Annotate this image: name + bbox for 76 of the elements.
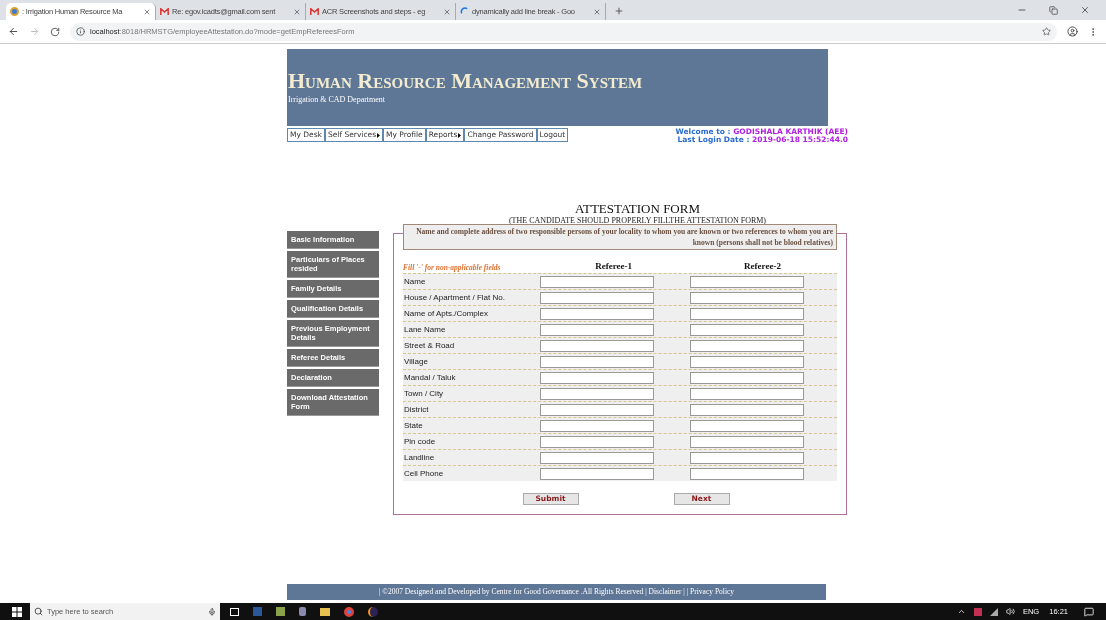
text-input[interactable] [540,355,654,368]
notifications-icon[interactable] [1084,606,1094,617]
system-title: Human Resource Management System [288,70,644,92]
network-icon[interactable] [989,607,998,616]
info-icon[interactable] [76,27,85,36]
microphone-icon[interactable] [208,607,216,616]
text-input[interactable] [690,419,804,432]
close-icon[interactable] [143,7,151,16]
text-input[interactable] [690,387,804,400]
close-icon[interactable] [593,7,601,16]
text-input[interactable] [540,275,654,288]
close-icon[interactable] [293,7,301,16]
text-input[interactable] [540,339,654,352]
windows-icon[interactable] [12,606,22,617]
profile-icon[interactable] [1067,26,1078,37]
close-icon[interactable] [443,7,451,16]
field-label: Cell Phone [403,467,445,480]
restore-icon[interactable] [1049,6,1058,15]
text-input[interactable] [690,467,804,480]
text-input[interactable] [690,435,804,448]
field-label: Lane Name [403,323,447,336]
text-input[interactable] [540,435,654,448]
new-tab-icon[interactable] [614,6,624,16]
field-label: Landline [403,451,436,464]
field-label: Town / City [403,387,445,400]
text-input[interactable] [690,355,804,368]
field-label: Name of Apts./Complex [403,307,490,320]
close-icon[interactable] [1080,5,1090,15]
mail-icon [310,8,319,15]
text-input[interactable] [540,371,654,384]
text-input[interactable] [690,323,804,336]
folder-app-icon[interactable] [320,607,330,616]
bookmark-icon[interactable] [1042,27,1051,36]
eclipse-app-icon[interactable] [368,606,378,617]
field-label: Name [403,275,427,288]
speaker-icon[interactable] [1005,607,1015,616]
form-subtitle: (THE CANDIDATE SHOULD PROPERLY FILLTHE ATTESTATION FORM) [508,216,767,225]
text-input[interactable] [540,323,654,336]
text-input[interactable] [690,403,804,416]
field-label: House / Apartment / Flat No. [403,291,506,304]
text-input[interactable] [540,403,654,416]
text-input[interactable] [540,387,654,400]
text-input[interactable] [540,419,654,432]
field-label: State [403,419,424,432]
text-input[interactable] [690,291,804,304]
task-view-icon[interactable] [230,607,239,616]
database-app-icon[interactable] [299,607,306,616]
forward-icon[interactable] [29,26,40,37]
mail-icon [160,8,169,15]
text-input[interactable] [540,291,654,304]
reload-icon[interactable] [50,26,60,37]
back-icon[interactable] [8,26,19,37]
field-label: Village [403,355,429,368]
submenu-arrow-icon [377,132,381,138]
column-header: Referee-1 [594,259,633,273]
text-input[interactable] [540,451,654,464]
tray-app-icon[interactable] [973,607,982,616]
text-input[interactable] [690,339,804,352]
loading-icon [460,7,469,16]
submenu-arrow-icon [458,132,462,138]
field-label: Pin code [403,435,437,448]
chrome-app-icon[interactable] [344,606,354,617]
field-label: District [403,403,430,416]
app-icon [10,7,19,16]
text-input[interactable] [690,307,804,320]
text-input[interactable] [540,307,654,320]
department-name: Irrigation & CAD Department [288,94,387,106]
search-icon [34,607,43,616]
text-input[interactable] [540,467,654,480]
text-input[interactable] [690,451,804,464]
field-label: Mandal / Taluk [403,371,457,384]
form-title: ATTESTATION FORM [575,202,700,216]
field-label: Street & Road [403,339,456,352]
column-header: Referee-2 [743,259,782,273]
text-input[interactable] [690,275,804,288]
text-input[interactable] [690,371,804,384]
